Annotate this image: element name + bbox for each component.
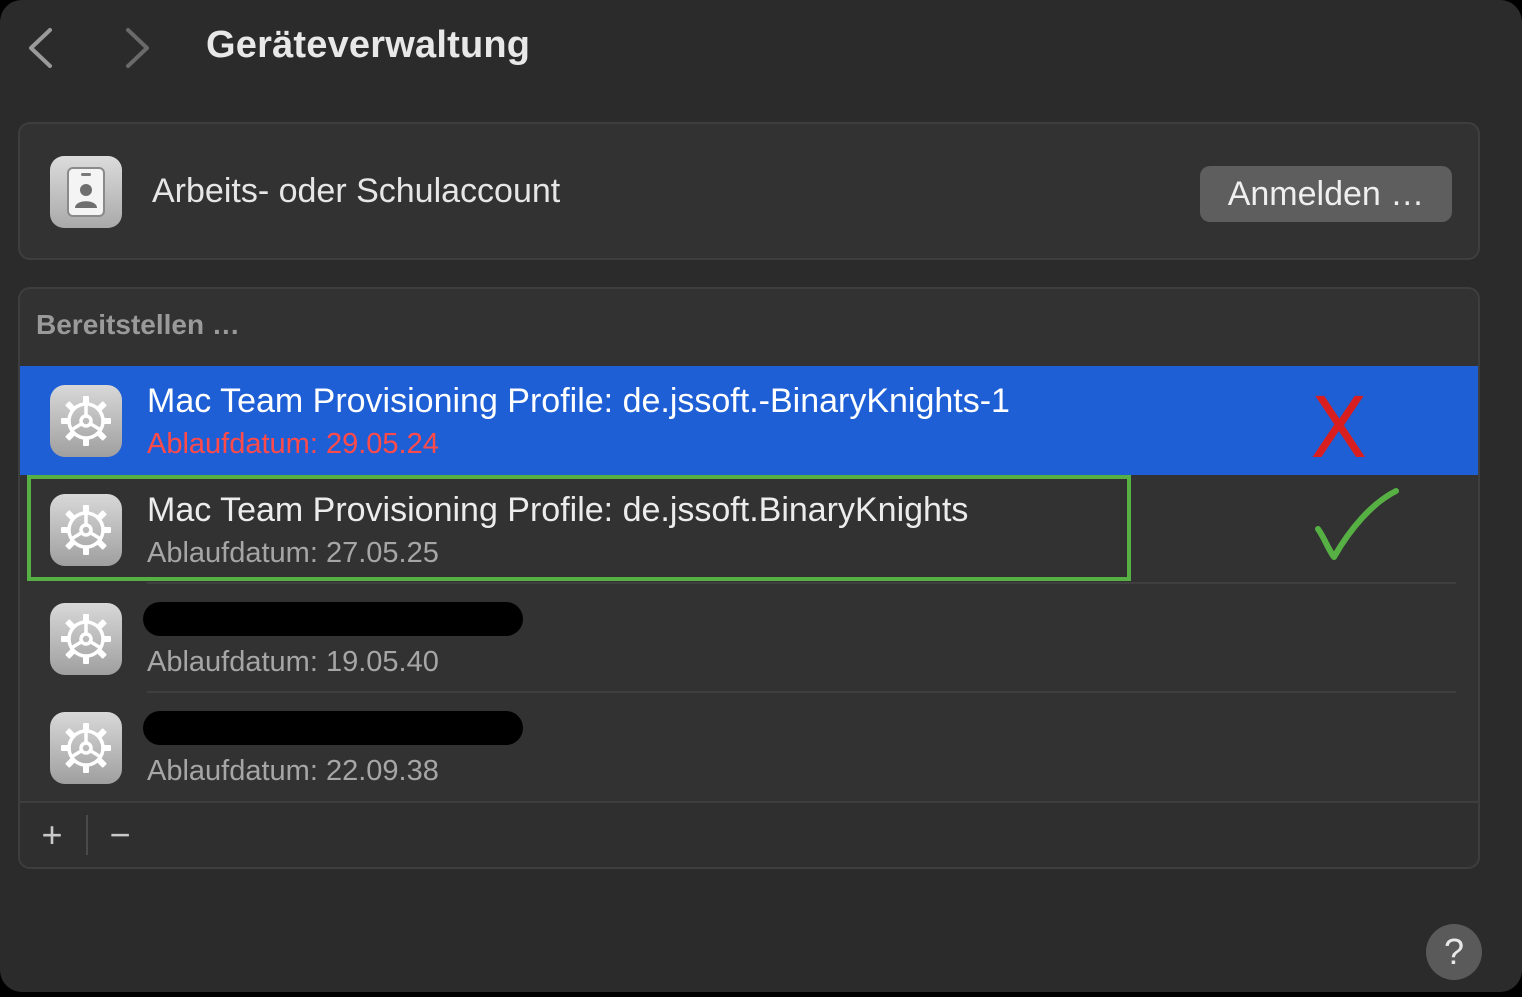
gear-icon	[50, 494, 122, 566]
account-panel: Arbeits- oder Schulaccount Anmelden …	[18, 122, 1480, 260]
redacted-name	[143, 602, 523, 636]
redacted-name	[143, 711, 523, 745]
list-toolbar: + −	[20, 801, 1478, 867]
check-annotation	[1310, 485, 1410, 570]
back-button[interactable]	[20, 26, 60, 70]
remove-profile-button[interactable]: −	[88, 803, 152, 867]
page-title: Geräteverwaltung	[206, 24, 531, 66]
section-title: Bereitstellen …	[36, 309, 240, 340]
profile-name: Mac Team Provisioning Profile: de.jssoft…	[147, 491, 969, 529]
profile-expiry: Ablaufdatum: 22.09.38	[147, 755, 439, 787]
profile-row[interactable]: Ablaufdatum: 22.09.38	[20, 693, 1478, 802]
profile-expiry: Ablaufdatum: 19.05.40	[147, 646, 439, 678]
chevron-right-icon	[126, 28, 149, 68]
chevron-left-icon	[29, 28, 52, 68]
id-badge-icon	[50, 156, 122, 228]
profile-row[interactable]: Mac Team Provisioning Profile: de.jssoft…	[20, 475, 1478, 584]
profile-expiry: Ablaufdatum: 27.05.25	[147, 537, 439, 569]
add-profile-button[interactable]: +	[20, 803, 84, 867]
profiles-panel: Bereitstellen … Mac Team Provisioning Pr…	[18, 287, 1480, 869]
login-button[interactable]: Anmelden …	[1200, 166, 1452, 222]
cross-annotation: X	[1310, 379, 1368, 477]
forward-button[interactable]	[118, 26, 158, 70]
gear-icon	[50, 385, 122, 457]
profile-expiry: Ablaufdatum: 29.05.24	[147, 428, 439, 460]
profile-name: Mac Team Provisioning Profile: de.jssoft…	[147, 382, 1010, 420]
gear-icon	[50, 712, 122, 784]
profile-row[interactable]: Ablaufdatum: 19.05.40	[20, 584, 1478, 693]
gear-icon	[50, 603, 122, 675]
help-button[interactable]: ?	[1426, 924, 1482, 980]
account-label: Arbeits- oder Schulaccount	[152, 172, 561, 210]
profile-row[interactable]: Mac Team Provisioning Profile: de.jssoft…	[20, 366, 1478, 477]
settings-window: Geräteverwaltung Arbeits- oder Schulacco…	[0, 0, 1522, 992]
